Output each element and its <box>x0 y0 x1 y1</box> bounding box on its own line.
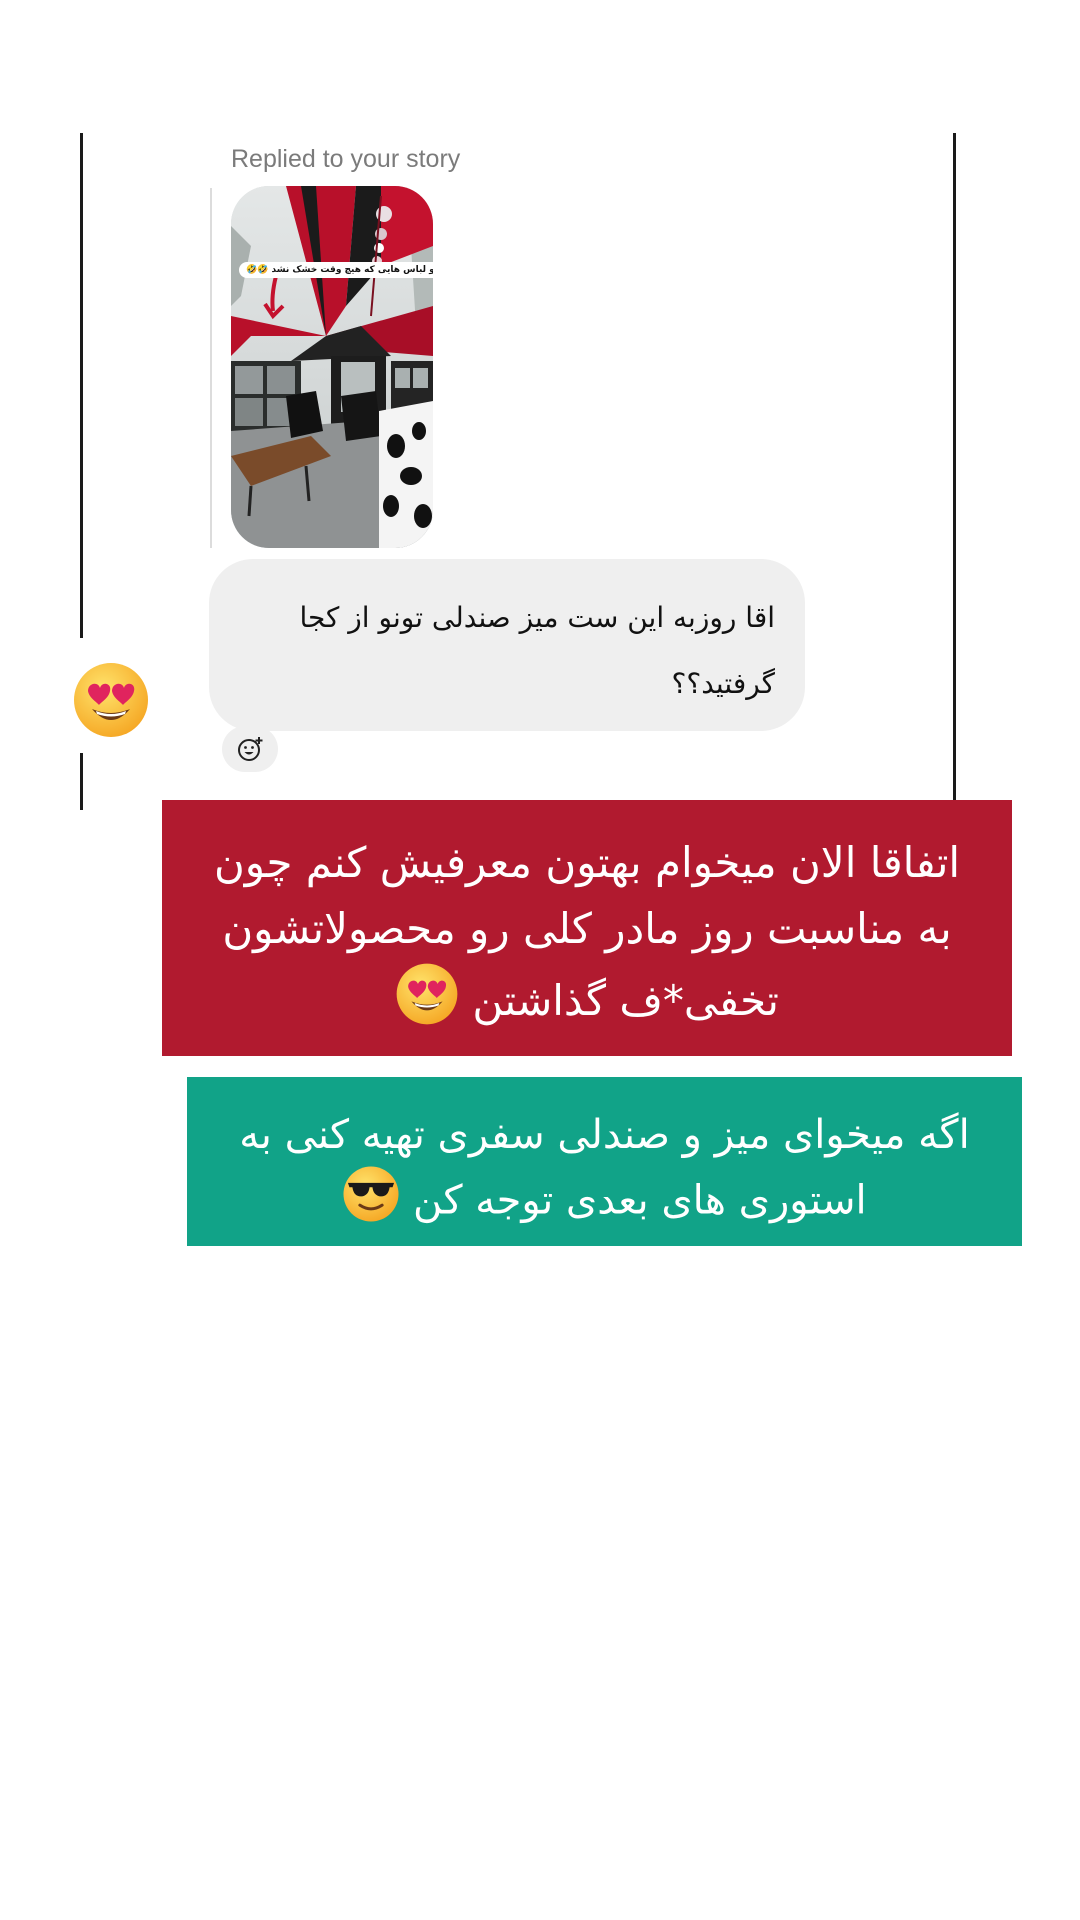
story-photo <box>231 186 433 548</box>
reply-indicator-bar <box>210 188 212 548</box>
message-bubble[interactable]: اقا روزبه این ست میز صندلی تونو از کجا گ… <box>209 559 805 731</box>
red-caption-banner: اتفاقا الان میخوام بهتون معرفیش کنم چون … <box>162 800 1012 1056</box>
red-banner-text: اتفاقا الان میخوام بهتون معرفیش کنم چون … <box>202 830 972 1045</box>
frame-border-right <box>953 133 956 810</box>
green-caption-banner: اگه میخوای میز و صندلی سفری تهیه کنی به … <box>187 1077 1022 1246</box>
frame-border-left-lower <box>80 753 83 810</box>
story-sticker-text: و لباس هایی که هیچ وقت خشک نشد 🤣🤣 <box>239 262 433 278</box>
replied-to-story-caption: Replied to your story <box>231 145 461 173</box>
green-banner-text: اگه میخوای میز و صندلی سفری تهیه کنی به … <box>225 1105 984 1240</box>
red-banner-message: اتفاقا الان میخوام بهتون معرفیش کنم چون … <box>213 838 961 1025</box>
sunglasses-emoji <box>342 1165 400 1240</box>
message-text: اقا روزبه این ست میز صندلی تونو از کجا گ… <box>299 601 775 700</box>
heart-eyes-emoji <box>72 661 150 739</box>
add-reaction-icon <box>238 737 263 761</box>
story-thumbnail[interactable]: و لباس هایی که هیچ وقت خشک نشد 🤣🤣 <box>231 186 433 548</box>
add-reaction-button[interactable] <box>222 726 278 772</box>
heart-eyes-emoji <box>395 962 459 1045</box>
frame-border-left <box>80 133 83 638</box>
